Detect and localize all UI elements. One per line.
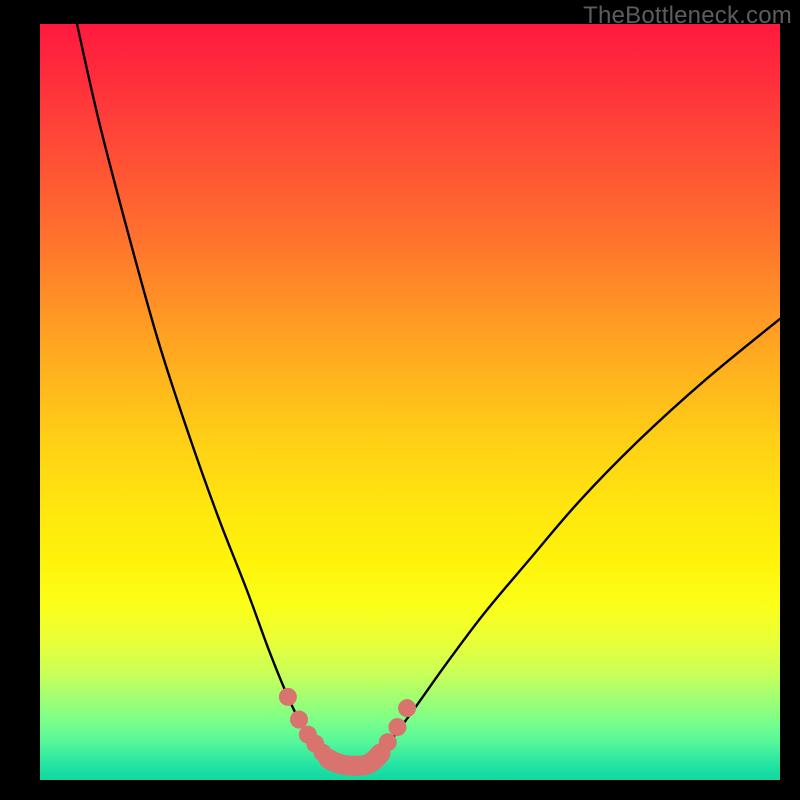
highlight-right-dots (379, 699, 416, 751)
curve-left (77, 24, 332, 763)
plot-area (40, 24, 780, 780)
curve-layer (40, 24, 780, 780)
highlight-left-dots (279, 688, 338, 768)
chart-frame: TheBottleneck.com (0, 0, 800, 800)
curve-right (369, 319, 780, 764)
